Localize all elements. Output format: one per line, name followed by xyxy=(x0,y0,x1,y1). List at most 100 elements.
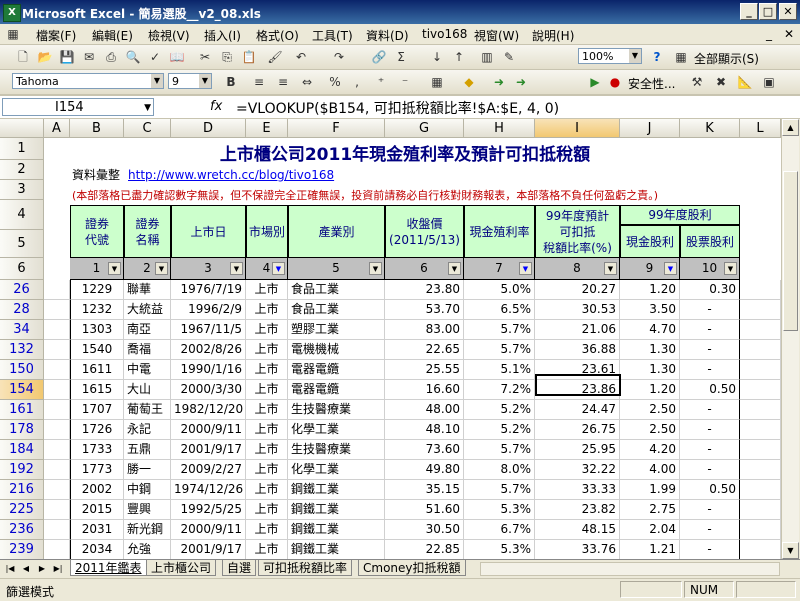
row-header[interactable]: 132 xyxy=(0,340,44,360)
hyperlink-icon[interactable]: 🔗 xyxy=(370,48,388,66)
row-header[interactable]: 161 xyxy=(0,400,44,420)
open-icon[interactable]: 📂 xyxy=(36,48,54,66)
show-all-button[interactable]: 全部顯示(S) xyxy=(694,50,759,67)
align-center-icon[interactable]: ≡ xyxy=(274,73,292,91)
help-icon[interactable]: ? xyxy=(648,48,666,66)
table-cell[interactable]: 8.0% xyxy=(464,460,535,480)
table-cell[interactable]: 1.99 xyxy=(620,480,680,500)
table-cell[interactable]: 22.65 xyxy=(385,340,464,360)
table-cell[interactable]: 1303 xyxy=(70,320,124,340)
table-cell[interactable]: 23.86 xyxy=(535,380,620,400)
table-cell[interactable]: 73.60 xyxy=(385,440,464,460)
column-header[interactable]: C xyxy=(124,119,171,138)
table-cell[interactable]: 20.27 xyxy=(535,280,620,300)
vertical-scrollbar[interactable]: ▲ ▼ xyxy=(781,119,799,559)
font-select[interactable]: Tahoma ▼ xyxy=(12,73,164,89)
table-cell[interactable]: 1996/2/9 xyxy=(171,300,246,320)
menu-insert[interactable]: 插入(I) xyxy=(204,27,241,44)
row-header[interactable]: 236 xyxy=(0,520,44,540)
table-cell[interactable]: 4.20 xyxy=(620,440,680,460)
table-cell[interactable]: 1773 xyxy=(70,460,124,480)
close-button[interactable]: ✕ xyxy=(779,3,797,20)
table-cell[interactable] xyxy=(740,520,781,540)
table-cell[interactable]: 23.82 xyxy=(535,500,620,520)
row-header[interactable]: 154 xyxy=(0,380,44,400)
table-cell[interactable]: 33.33 xyxy=(535,480,620,500)
row-header[interactable]: 184 xyxy=(0,440,44,460)
table-cell[interactable] xyxy=(44,280,70,300)
table-cell[interactable]: 32.22 xyxy=(535,460,620,480)
sort-ascending-icon[interactable]: ↓ xyxy=(428,48,446,66)
copy-icon[interactable]: ⎘ xyxy=(218,48,236,66)
table-cell[interactable] xyxy=(740,500,781,520)
table-cell[interactable]: 48.00 xyxy=(385,400,464,420)
table-cell[interactable]: 2000/3/30 xyxy=(171,380,246,400)
table-cell[interactable]: 2000/9/11 xyxy=(171,520,246,540)
table-cell[interactable]: 2.04 xyxy=(620,520,680,540)
table-cell[interactable] xyxy=(44,300,70,320)
table-cell[interactable]: 鋼鐵工業 xyxy=(288,540,385,559)
table-cell[interactable]: 塑膠工業 xyxy=(288,320,385,340)
table-cell[interactable]: 上市 xyxy=(246,380,288,400)
table-cell[interactable]: 2.50 xyxy=(620,420,680,440)
column-header[interactable]: H xyxy=(464,119,535,138)
table-cell[interactable]: 五鼎 xyxy=(124,440,171,460)
table-cell[interactable]: 上市 xyxy=(246,440,288,460)
column-header[interactable]: G xyxy=(385,119,464,138)
table-cell[interactable]: 5.7% xyxy=(464,320,535,340)
table-cell[interactable] xyxy=(44,460,70,480)
row-header[interactable]: 34 xyxy=(0,320,44,340)
table-cell[interactable]: 0.30 xyxy=(680,280,740,300)
table-cell[interactable]: 1.20 xyxy=(620,380,680,400)
table-cell[interactable]: 喬福 xyxy=(124,340,171,360)
fill-color-icon[interactable]: ◆ xyxy=(460,73,478,91)
menu-view[interactable]: 檢視(V) xyxy=(148,27,190,44)
table-cell[interactable]: 2.75 xyxy=(620,500,680,520)
table-cell[interactable]: - xyxy=(680,400,740,420)
table-cell[interactable] xyxy=(740,320,781,340)
filter-dropdown-icon[interactable]: ▼ xyxy=(604,262,617,275)
spelling-icon[interactable]: ✓ xyxy=(146,48,164,66)
table-cell[interactable] xyxy=(44,380,70,400)
table-cell[interactable]: 5.7% xyxy=(464,440,535,460)
table-cell[interactable]: - xyxy=(680,360,740,380)
table-cell[interactable] xyxy=(740,420,781,440)
table-cell[interactable]: 3.50 xyxy=(620,300,680,320)
table-cell[interactable]: 1982/12/20 xyxy=(171,400,246,420)
table-cell[interactable]: 5.1% xyxy=(464,360,535,380)
table-cell[interactable]: - xyxy=(680,440,740,460)
table-cell[interactable] xyxy=(740,540,781,559)
column-header[interactable]: B xyxy=(70,119,124,138)
run-macro-icon[interactable]: ▶ xyxy=(586,73,604,91)
table-cell[interactable]: 0.50 xyxy=(680,380,740,400)
table-cell[interactable]: 49.80 xyxy=(385,460,464,480)
row-header[interactable]: 150 xyxy=(0,360,44,380)
table-cell[interactable]: 21.06 xyxy=(535,320,620,340)
table-cell[interactable]: 5.2% xyxy=(464,400,535,420)
table-cell[interactable]: 26.75 xyxy=(535,420,620,440)
table-cell[interactable]: 電機機械 xyxy=(288,340,385,360)
table-cell[interactable]: 2015 xyxy=(70,500,124,520)
filter-dropdown-icon[interactable]: ▼ xyxy=(724,262,737,275)
table-cell[interactable]: 7.2% xyxy=(464,380,535,400)
permission-icon[interactable]: ✉ xyxy=(80,48,98,66)
table-cell[interactable]: 2009/2/27 xyxy=(171,460,246,480)
first-sheet-icon[interactable]: |◀ xyxy=(4,562,16,575)
table-cell[interactable]: 1.21 xyxy=(620,540,680,559)
table-cell[interactable]: - xyxy=(680,540,740,559)
scroll-down-icon[interactable]: ▼ xyxy=(782,542,799,559)
tab-2011-yearbook[interactable]: 2011年鑑表 xyxy=(70,560,147,576)
table-cell[interactable] xyxy=(740,460,781,480)
table-cell[interactable]: 25.55 xyxy=(385,360,464,380)
table-cell[interactable]: - xyxy=(680,520,740,540)
table-cell[interactable]: 30.53 xyxy=(535,300,620,320)
table-cell[interactable]: 1707 xyxy=(70,400,124,420)
table-cell[interactable]: 上市 xyxy=(246,400,288,420)
table-cell[interactable] xyxy=(44,520,70,540)
table-cell[interactable]: 1967/11/5 xyxy=(171,320,246,340)
table-cell[interactable]: 6.5% xyxy=(464,300,535,320)
table-cell[interactable]: 33.76 xyxy=(535,540,620,559)
table-cell[interactable]: 1.20 xyxy=(620,280,680,300)
column-header[interactable]: F xyxy=(288,119,385,138)
sigma-icon[interactable]: Σ xyxy=(392,48,410,66)
